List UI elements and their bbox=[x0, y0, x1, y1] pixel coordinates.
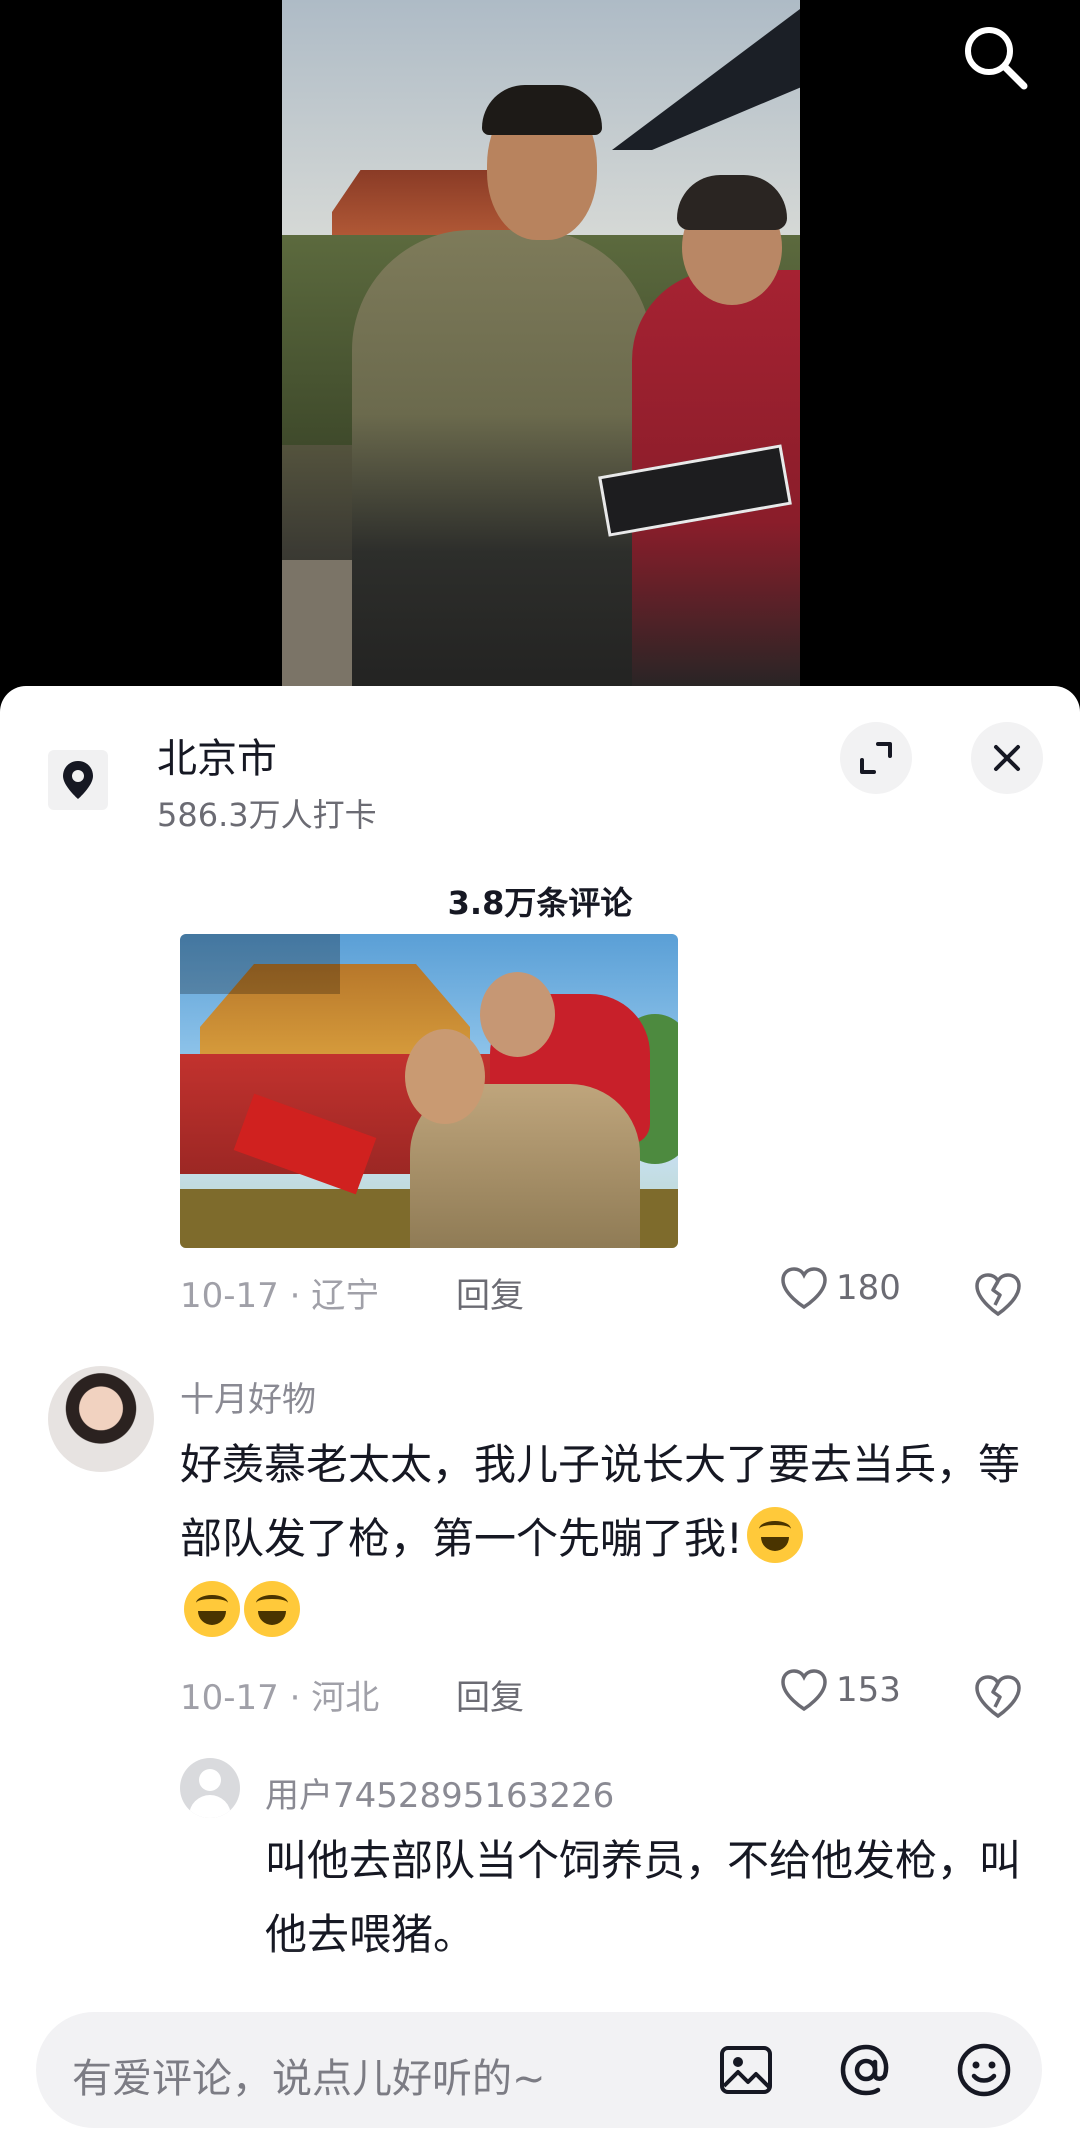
comment-text: 好羡慕老太太，我儿子说长大了要去当兵，等部队发了枪，第一个先嘣了我! bbox=[180, 1428, 1020, 1650]
reply-button[interactable]: 回复 bbox=[456, 1670, 524, 1719]
like-count: 153 bbox=[836, 1670, 901, 1710]
broken-heart-icon[interactable] bbox=[974, 1270, 1022, 1318]
like-button[interactable]: 153 bbox=[780, 1668, 901, 1712]
laughing-tears-emoji-icon bbox=[184, 1581, 240, 1637]
comment-date: 10-17 bbox=[180, 1678, 279, 1718]
comment-image[interactable] bbox=[180, 934, 678, 1248]
image-icon[interactable] bbox=[716, 2040, 776, 2100]
heart-icon bbox=[781, 1267, 827, 1310]
comment-region: 河北 bbox=[311, 1678, 380, 1718]
comments-sheet: 北京市 586.3万人打卡 3.8万条评论 10-17 · 辽宁 回复 180 … bbox=[0, 686, 1080, 2138]
emoji-icon[interactable] bbox=[954, 2040, 1014, 2100]
laughing-tears-emoji-icon bbox=[244, 1581, 300, 1637]
expand-icon bbox=[860, 742, 892, 774]
comment-date: 10-17 bbox=[180, 1276, 279, 1316]
at-icon[interactable] bbox=[836, 2040, 896, 2100]
video-player[interactable] bbox=[0, 0, 1080, 700]
broken-heart-icon[interactable] bbox=[974, 1672, 1022, 1720]
comment-meta: 10-17 · 辽宁 bbox=[180, 1276, 380, 1316]
search-icon[interactable] bbox=[960, 22, 1030, 92]
location-pin-icon[interactable] bbox=[48, 750, 108, 810]
comment-count: 3.8万条评论 bbox=[447, 884, 633, 922]
video-frame bbox=[282, 0, 800, 690]
close-icon bbox=[994, 745, 1020, 771]
heart-icon bbox=[781, 1669, 827, 1712]
comment-region: 辽宁 bbox=[311, 1276, 380, 1316]
comment-body: 好羡慕老太太，我儿子说长大了要去当兵，等部队发了枪，第一个先嘣了我! bbox=[180, 1440, 1021, 1563]
expand-button[interactable] bbox=[840, 722, 912, 794]
comment-username[interactable]: 十月好物 bbox=[180, 1372, 316, 1421]
close-button[interactable] bbox=[971, 722, 1043, 794]
scroll-fade bbox=[0, 1948, 1080, 1998]
location-name[interactable]: 北京市 bbox=[157, 726, 277, 784]
laughing-tears-emoji-icon bbox=[746, 1507, 803, 1563]
like-count: 180 bbox=[836, 1268, 901, 1308]
comment-input[interactable]: 有爱评论，说点儿好听的~ bbox=[72, 2046, 546, 2104]
location-checkins: 586.3万人打卡 bbox=[157, 796, 377, 834]
reply-username[interactable]: 用户7452895163226 bbox=[265, 1768, 614, 1817]
comment-input-bar[interactable]: 有爱评论，说点儿好听的~ bbox=[36, 2012, 1042, 2128]
reply-button[interactable]: 回复 bbox=[456, 1268, 524, 1317]
avatar[interactable] bbox=[48, 1366, 154, 1472]
reply-avatar[interactable] bbox=[180, 1758, 240, 1818]
like-button[interactable]: 180 bbox=[780, 1266, 901, 1310]
comment-meta: 10-17 · 河北 bbox=[180, 1678, 380, 1718]
